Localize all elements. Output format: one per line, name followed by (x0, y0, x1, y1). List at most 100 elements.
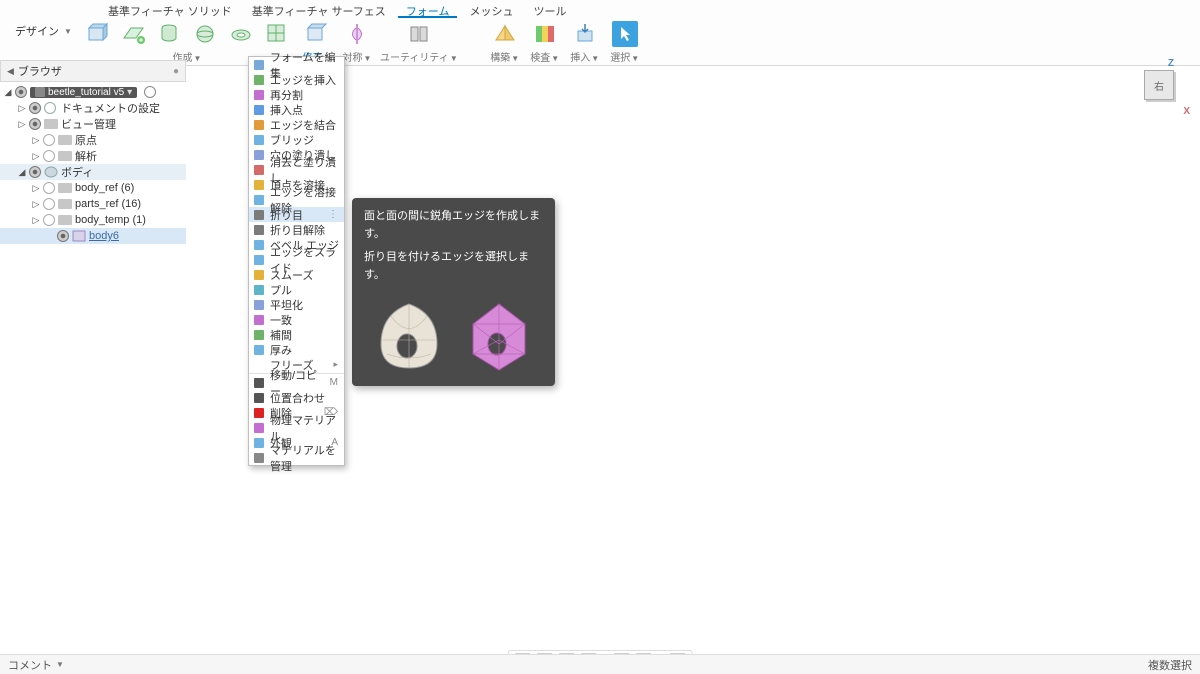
create-quad-button[interactable] (260, 20, 294, 48)
options-icon[interactable]: ● (173, 66, 179, 77)
folder-icon (44, 118, 58, 130)
menu-item-label: ブリッジ (270, 132, 314, 148)
tree-node[interactable]: ▷ parts_ref (16) (0, 196, 186, 212)
expand-icon[interactable]: ▷ (18, 103, 26, 114)
menu-item[interactable]: 位置合わせ (249, 390, 344, 405)
create-cylinder-button[interactable] (152, 20, 186, 48)
tab-surface[interactable]: 基準フィーチャ サーフェス (244, 2, 394, 18)
visibility-icon[interactable] (29, 118, 41, 130)
menu-item[interactable]: 移動/コピーM (249, 375, 344, 390)
menu-item[interactable]: 折り目⋮ (249, 207, 344, 222)
menu-item-label: 折り目 (270, 207, 303, 223)
tree-node[interactable]: body6 (0, 228, 186, 244)
browser-tree: ◢ beetle_tutorial v5 ▾ ▷ドキュメントの設定▷ビュー管理▷… (0, 82, 186, 246)
menu-shortcut: M (330, 377, 340, 388)
expand-icon[interactable]: ▷ (18, 119, 26, 130)
menu-item[interactable]: マテリアルを管理 (249, 450, 344, 465)
inspect-button[interactable] (528, 20, 562, 48)
gear-icon[interactable] (144, 86, 156, 98)
tree-node-label: parts_ref (16) (75, 198, 141, 210)
symmetry-button[interactable] (340, 20, 374, 48)
browser-panel: ◀ ブラウザ ● ◢ beetle_tutorial v5 ▾ ▷ドキュメントの… (0, 60, 186, 246)
menu-item[interactable]: フォームを編集 (249, 57, 344, 72)
menu-item[interactable]: 物理マテリアル (249, 420, 344, 435)
comment-button[interactable]: コメント (8, 657, 52, 673)
utility-button[interactable] (402, 20, 436, 48)
menu-icon (253, 239, 265, 251)
expand-icon[interactable]: ▷ (32, 183, 40, 194)
expand-icon[interactable]: ▷ (32, 135, 40, 146)
tree-node[interactable]: ▷ドキュメントの設定 (0, 100, 186, 116)
chevron-down-icon: ▼ (64, 27, 72, 36)
menu-item[interactable]: エッジをスライド (249, 252, 344, 267)
visibility-icon[interactable] (43, 150, 55, 162)
menu-item[interactable]: エッジを結合 (249, 117, 344, 132)
menu-item[interactable]: ブリッジ (249, 132, 344, 147)
viewcube-face[interactable]: 右 (1144, 70, 1174, 100)
tree-node[interactable]: ▷body_ref (6) (0, 180, 186, 196)
tree-node[interactable]: ▷原点 (0, 132, 186, 148)
visibility-icon[interactable] (57, 230, 69, 242)
menu-item[interactable]: エッジを挿入 (249, 72, 344, 87)
menu-item[interactable]: 補間 (249, 327, 344, 342)
tab-solid[interactable]: 基準フィーチャ ソリッド (100, 2, 240, 18)
view-cube[interactable]: Z X 右 (1144, 70, 1184, 110)
visibility-icon[interactable] (43, 182, 55, 194)
create-plane-button[interactable] (116, 20, 150, 48)
preview-smooth-icon (369, 296, 449, 376)
expand-icon[interactable]: ▷ (32, 151, 40, 162)
create-sphere-button[interactable] (188, 20, 222, 48)
ground-grid (0, 234, 1200, 594)
select-button[interactable] (608, 20, 642, 48)
menu-item-label: 一致 (270, 312, 292, 328)
visibility-icon[interactable] (29, 166, 41, 178)
create-box-button[interactable] (80, 20, 114, 48)
tree-node-label: body6 (89, 230, 119, 242)
tree-root[interactable]: ◢ beetle_tutorial v5 ▾ (0, 84, 186, 100)
menu-item[interactable]: 折り目解除 (249, 222, 344, 237)
expand-icon[interactable]: ◢ (18, 167, 26, 178)
menu-item[interactable]: 一致 (249, 312, 344, 327)
ribbon-group-construct: 構築▼ (488, 20, 522, 64)
tree-node[interactable]: ▷ body_temp (1) (0, 212, 186, 228)
ribbon-toolbar: 作成▼ 修正▼ 対称▼ ユーティリティ▼ 構築▼ 検査▼ 挿入▼ 選択▼ (0, 18, 1200, 66)
tab-form[interactable]: フォーム (398, 2, 458, 18)
tree-node[interactable]: ▷解析 (0, 148, 186, 164)
status-bar: コメント ▼ 複数選択 (0, 654, 1200, 674)
workspace-switcher[interactable]: デザイン ▼ (6, 19, 81, 43)
tree-node-label: body_temp (1) (75, 214, 146, 226)
menu-item-label: マテリアルを管理 (270, 442, 340, 474)
visibility-icon[interactable] (43, 134, 55, 146)
menu-item[interactable]: エッジを溶接解除 (249, 192, 344, 207)
browser-header[interactable]: ◀ ブラウザ ● (0, 60, 186, 82)
menu-icon (253, 314, 265, 326)
visibility-icon[interactable] (43, 214, 55, 226)
create-torus-button[interactable] (224, 20, 258, 48)
folder-icon (58, 134, 72, 146)
axis-x: X (1183, 106, 1190, 117)
menu-icon (253, 119, 265, 131)
menu-item[interactable]: 再分割 (249, 87, 344, 102)
construct-button[interactable] (488, 20, 522, 48)
body-icon (44, 166, 58, 178)
tab-mesh[interactable]: メッシュ (461, 2, 521, 18)
visibility-icon[interactable] (29, 102, 41, 114)
menu-item-label: 位置合わせ (270, 390, 325, 406)
menu-item[interactable]: 平坦化 (249, 297, 344, 312)
tree-node[interactable]: ◢ボディ (0, 164, 186, 180)
menu-icon (253, 452, 265, 464)
menu-item[interactable]: 消去と塗り潰し (249, 162, 344, 177)
tree-node[interactable]: ▷ビュー管理 (0, 116, 186, 132)
menu-item[interactable]: プル (249, 282, 344, 297)
visibility-icon[interactable] (15, 86, 27, 98)
menu-icon (253, 194, 265, 206)
menu-item[interactable]: 挿入点 (249, 102, 344, 117)
menu-item-label: エッジを結合 (270, 117, 336, 133)
visibility-icon[interactable] (43, 198, 55, 210)
tab-tool[interactable]: ツール (525, 2, 574, 18)
insert-button[interactable] (568, 20, 602, 48)
expand-icon[interactable]: ▷ (32, 215, 40, 226)
modify-button[interactable] (300, 20, 334, 48)
menu-item[interactable]: 厚み (249, 342, 344, 357)
expand-icon[interactable]: ▷ (32, 199, 40, 210)
